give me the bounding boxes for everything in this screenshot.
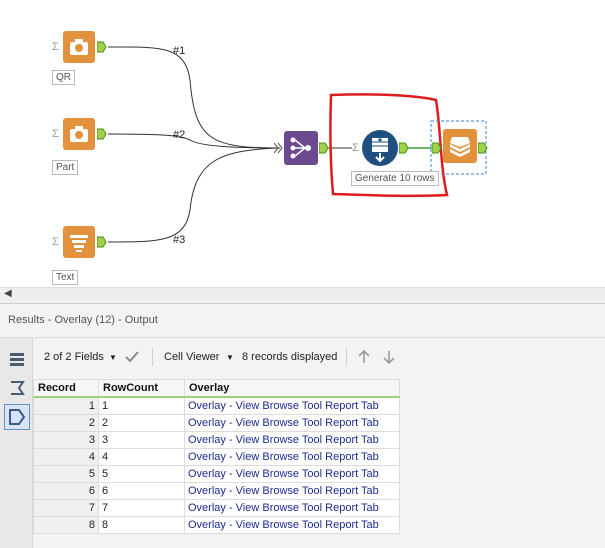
column-header-rowcount[interactable]: RowCount [98, 379, 185, 398]
text-lines-icon [70, 235, 88, 252]
cell-rowcount[interactable]: 7 [98, 499, 185, 517]
cell-rowcount[interactable]: 1 [98, 396, 185, 415]
cell-overlay[interactable]: Overlay - View Browse Tool Report Tab [184, 396, 400, 415]
output-anchor[interactable] [399, 142, 409, 154]
connection-1 [107, 46, 281, 149]
connection-label-3: #3 [173, 234, 186, 246]
cell-overlay[interactable]: Overlay - View Browse Tool Report Tab [184, 431, 400, 449]
input-anchor[interactable] [432, 142, 442, 154]
column-header-overlay[interactable]: Overlay [184, 379, 400, 398]
cell-overlay[interactable]: Overlay - View Browse Tool Report Tab [184, 499, 400, 517]
cell-record[interactable]: 5 [33, 465, 99, 483]
cell-rowcount[interactable]: 6 [98, 482, 185, 500]
table-row[interactable]: 7 7 Overlay - View Browse Tool Report Tab [33, 499, 400, 517]
cell-rowcount[interactable]: 3 [98, 431, 185, 449]
arrow-down-icon[interactable] [381, 349, 397, 365]
tool-label-text: Text [52, 270, 79, 285]
connection-label-1: #1 [173, 45, 186, 57]
separator [152, 348, 153, 366]
chevron-down-icon[interactable]: ▼ [226, 353, 234, 362]
table-row[interactable]: 8 8 Overlay - View Browse Tool Report Tab [33, 516, 400, 534]
cell-record[interactable]: 3 [33, 431, 99, 449]
column-header-record[interactable]: Record [33, 379, 99, 398]
input-anchor-sigma: Σ [352, 142, 359, 154]
table-row[interactable]: 1 1 Overlay - View Browse Tool Report Tab [33, 396, 400, 415]
separator [346, 348, 347, 366]
cell-record[interactable]: 1 [33, 396, 99, 415]
cell-overlay[interactable]: Overlay - View Browse Tool Report Tab [184, 448, 400, 466]
camera-icon [70, 39, 88, 55]
table-row[interactable]: 3 3 Overlay - View Browse Tool Report Tab [33, 431, 400, 449]
cell-overlay[interactable]: Overlay - View Browse Tool Report Tab [184, 465, 400, 483]
output-anchor[interactable] [97, 41, 107, 53]
results-panel: Results - Overlay (12) - Output 2 of 2 F… [0, 303, 605, 548]
metadata-view-icon[interactable] [7, 378, 27, 398]
results-title: Results - Overlay (12) - Output [8, 314, 158, 326]
camera-icon [70, 126, 88, 142]
results-toolbar: 2 of 2 Fields ▼ Cell Viewer ▼ 8 records … [36, 344, 601, 370]
chevron-down-icon[interactable]: ▼ [109, 353, 117, 362]
multi-input-anchor[interactable] [274, 142, 284, 154]
cell-record[interactable]: 2 [33, 414, 99, 432]
results-grid[interactable]: Record RowCount Overlay 1 1 Overlay - View… [33, 379, 400, 534]
cell-record[interactable]: 6 [33, 482, 99, 500]
records-count: 8 records displayed [242, 351, 338, 363]
table-row[interactable]: 6 6 Overlay - View Browse Tool Report Tab [33, 482, 400, 500]
input-data-tool-part[interactable] [63, 118, 95, 150]
tool-label-part: Part [52, 160, 79, 175]
cell-record[interactable]: 7 [33, 499, 99, 517]
workflow-canvas[interactable]: Σ QR #1 Σ Part #2 Σ Text #3 Σ Generate 1… [0, 0, 605, 287]
connection-2 [107, 133, 281, 149]
table-row[interactable]: 4 4 Overlay - View Browse Tool Report Tab [33, 448, 400, 466]
connection-3 [107, 147, 281, 243]
output-anchor[interactable] [97, 236, 107, 248]
header-row: Record RowCount Overlay [33, 379, 400, 398]
table-row[interactable]: 2 2 Overlay - View Browse Tool Report Tab [33, 414, 400, 432]
layers-icon [450, 137, 470, 157]
output-anchor[interactable] [319, 142, 329, 154]
cell-viewer-dropdown[interactable]: Cell Viewer [164, 351, 219, 363]
overlay-tool[interactable] [443, 129, 477, 163]
input-anchor-sigma: Σ [52, 128, 59, 140]
divider [0, 337, 605, 338]
cell-rowcount[interactable]: 8 [98, 516, 185, 534]
connection-label-2: #2 [173, 129, 186, 141]
input-data-tool-text[interactable] [63, 226, 95, 258]
output-anchor[interactable] [97, 128, 107, 140]
cell-overlay[interactable]: Overlay - View Browse Tool Report Tab [184, 482, 400, 500]
cell-rowcount[interactable]: 2 [98, 414, 185, 432]
cell-overlay[interactable]: Overlay - View Browse Tool Report Tab [184, 414, 400, 432]
fields-dropdown[interactable]: 2 of 2 Fields [44, 351, 104, 363]
cell-rowcount[interactable]: 5 [98, 465, 185, 483]
union-icon [290, 137, 311, 159]
cell-overlay[interactable]: Overlay - View Browse Tool Report Tab [184, 516, 400, 534]
tool-label-generate-rows: Generate 10 rows [351, 171, 439, 186]
cell-record[interactable]: 4 [33, 448, 99, 466]
input-anchor-sigma: Σ [52, 236, 59, 248]
input-anchor-sigma: Σ [52, 41, 59, 53]
scroll-left-icon[interactable]: ◀ [4, 288, 12, 299]
table-row[interactable]: 5 5 Overlay - View Browse Tool Report Tab [33, 465, 400, 483]
output-anchor[interactable] [478, 142, 488, 154]
checkmark-icon[interactable] [124, 350, 140, 364]
arrow-up-icon[interactable] [356, 349, 372, 365]
canvas-horizontal-scrollbar[interactable]: ◀ [0, 287, 605, 303]
results-side-rail [0, 338, 33, 548]
cell-rowcount[interactable]: 4 [98, 448, 185, 466]
tool-label-qr: QR [52, 70, 75, 85]
generate-rows-tool[interactable] [361, 129, 399, 167]
cell-record[interactable]: 8 [33, 516, 99, 534]
input-data-tool-qr[interactable] [63, 31, 95, 63]
data-view-toggle[interactable] [4, 404, 30, 430]
table-view-icon[interactable] [7, 350, 27, 370]
union-tool[interactable] [284, 131, 318, 165]
data-view-icon [9, 409, 26, 425]
